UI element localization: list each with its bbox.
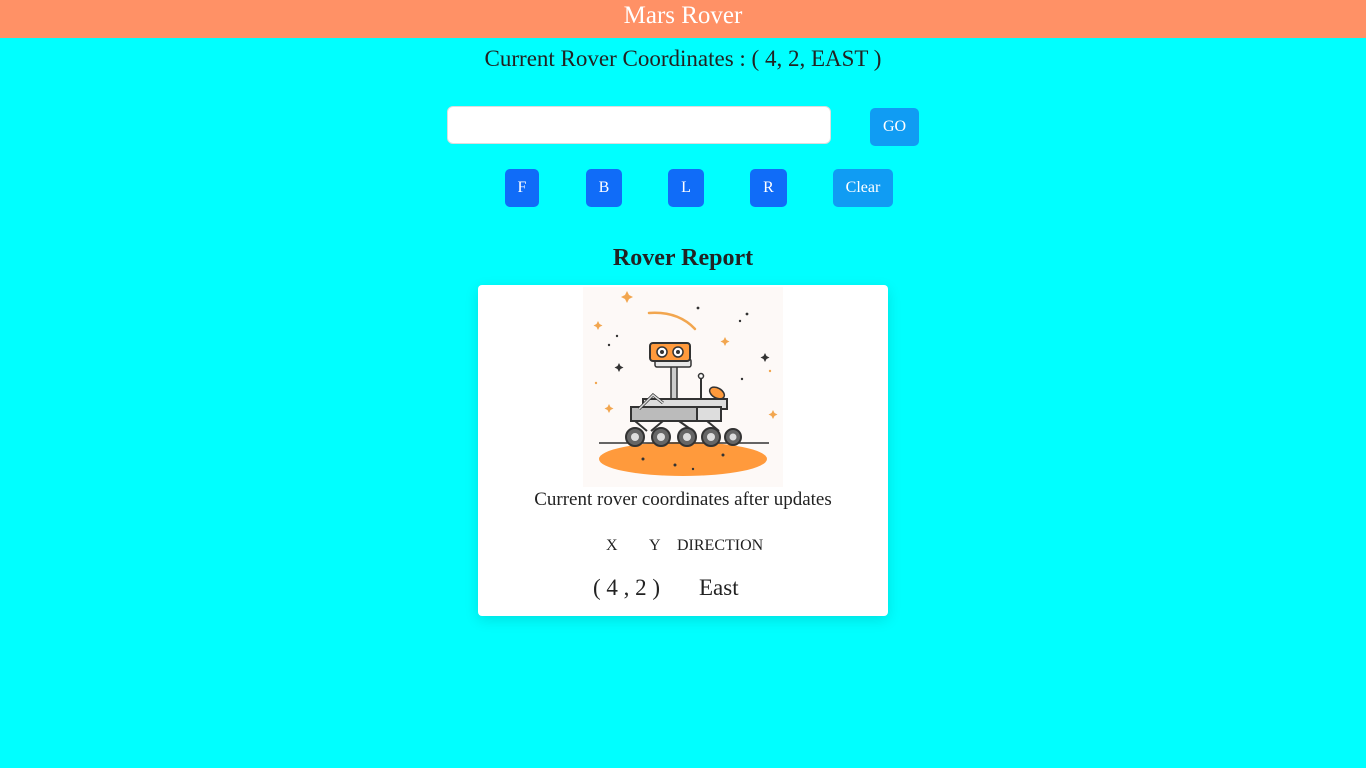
column-header-x: X [606,537,618,554]
mars-rover-image [583,287,783,487]
direction-value: East [699,575,739,600]
backward-button[interactable]: B [586,169,622,207]
column-header-direction: DIRECTION [677,537,764,554]
mars-rover-icon [593,291,778,476]
command-input[interactable] [447,106,831,144]
clear-button[interactable]: Clear [833,169,893,207]
go-button[interactable]: GO [870,108,919,146]
turn-right-button[interactable]: R [750,169,787,207]
rover-report-card: Current rover coordinates after updates … [478,285,888,616]
app-header: Mars Rover [0,0,1366,38]
position-value: ( 4 , 2 ) [593,575,661,600]
report-caption: Current rover coordinates after updates [534,489,832,510]
column-header-y: Y [649,537,661,554]
app-title: Mars Rover [623,2,743,29]
forward-button[interactable]: F [505,169,539,207]
turn-left-button[interactable]: L [668,169,704,207]
rover-report-title: Rover Report [612,245,754,271]
current-coordinates-text: Current Rover Coordinates : ( 4, 2, EAST… [484,46,882,71]
